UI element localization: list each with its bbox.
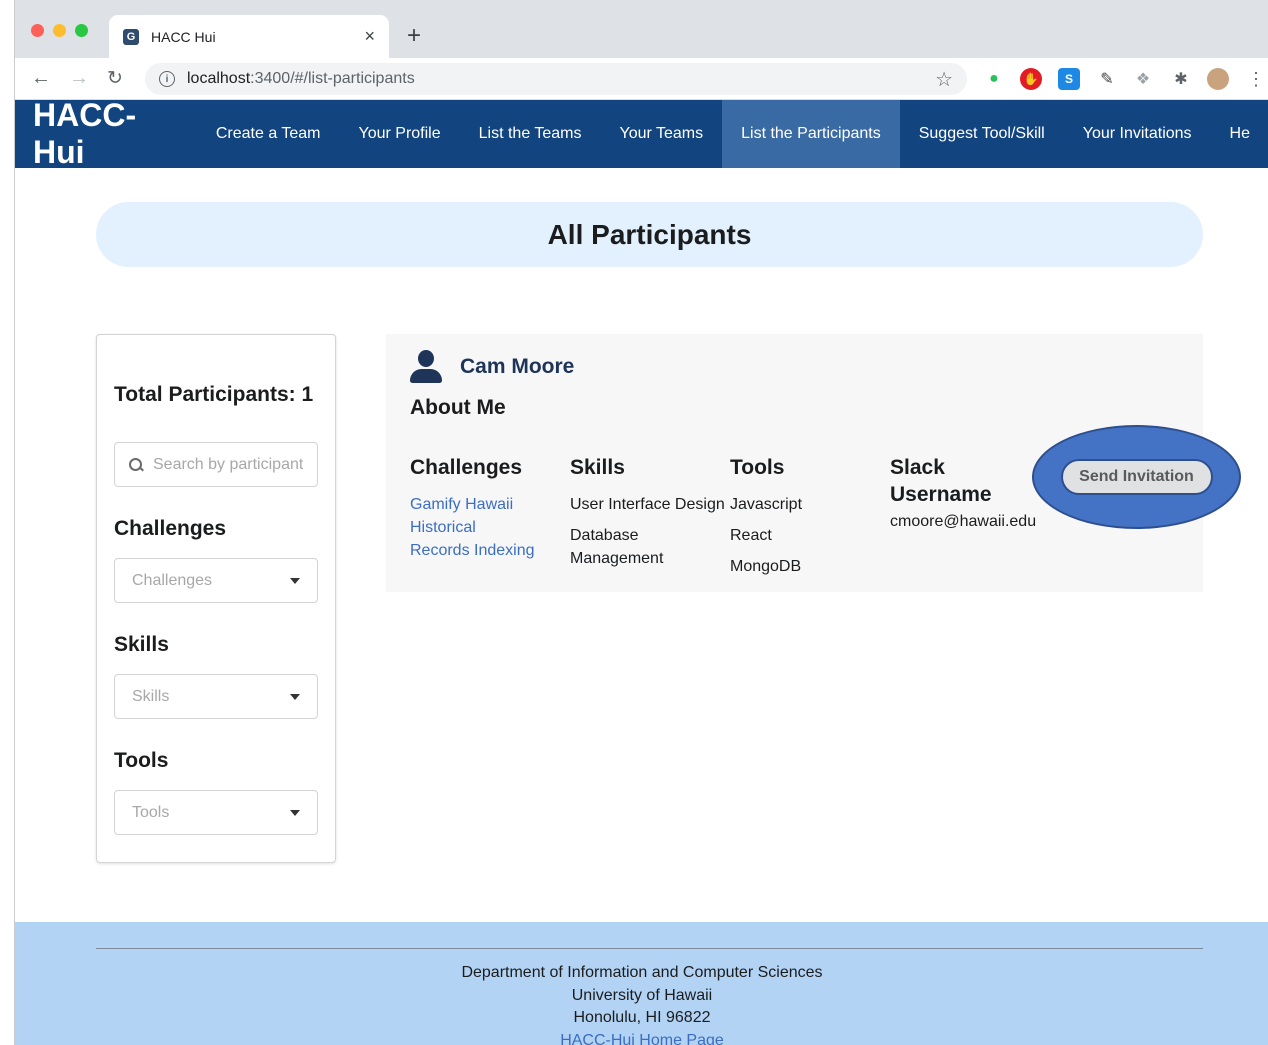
skill-item: Database Management — [570, 527, 664, 567]
challenges-column-title: Challenges — [410, 456, 523, 479]
filter-sidebar: Total Participants: 1 Challenges Challen… — [96, 334, 336, 863]
highlight-oval: Send Invitation — [1032, 425, 1241, 529]
extensions-puzzle-icon[interactable]: ✱ — [1170, 68, 1192, 90]
caret-down-icon — [290, 577, 300, 584]
url-text: localhost:3400/#/list-participants — [187, 70, 935, 88]
caret-down-icon — [290, 693, 300, 700]
browser-tab[interactable]: G HACC Hui × — [109, 15, 389, 58]
footer-home-link[interactable]: HACC-Hui Home Page — [15, 1030, 1268, 1045]
nav-list-participants[interactable]: List the Participants — [722, 100, 900, 168]
skills-dropdown[interactable]: Skills — [114, 674, 318, 719]
skills-label: Skills — [114, 633, 169, 656]
nav-list-teams[interactable]: List the Teams — [460, 100, 601, 168]
skill-item: User Interface Design — [570, 496, 725, 513]
nav-help-truncated[interactable]: He — [1211, 100, 1268, 168]
profile-avatar[interactable] — [1207, 68, 1229, 90]
tool-item: Javascript — [730, 496, 803, 513]
tool-item: MongoDB — [730, 558, 802, 575]
challenge-link[interactable]: Historical — [410, 516, 570, 539]
page-footer: Department of Information and Computer S… — [15, 922, 1268, 1045]
skills-column-title: Skills — [570, 456, 625, 479]
challenges-list: Gamify Hawaii Historical Records Indexin… — [410, 493, 570, 562]
tools-label: Tools — [114, 749, 169, 772]
tab-strip: G HACC Hui × + — [15, 0, 1268, 58]
tool-item: React — [730, 527, 772, 544]
nav-your-invitations[interactable]: Your Invitations — [1064, 100, 1211, 168]
url-path: :3400/#/list-participants — [250, 70, 415, 87]
page-title: All Participants — [547, 218, 752, 250]
footer-department: Department of Information and Computer S… — [461, 964, 823, 981]
user-icon — [410, 350, 442, 384]
url-host: localhost — [187, 70, 251, 87]
close-tab-icon[interactable]: × — [364, 26, 375, 47]
eyedropper-extension-icon[interactable]: ✎ — [1096, 68, 1118, 90]
window-controls — [31, 24, 88, 37]
tools-column-title: Tools — [730, 456, 785, 479]
tools-dropdown[interactable]: Tools — [114, 790, 318, 835]
search-icon — [129, 457, 142, 472]
participant-name: Cam Moore — [460, 355, 575, 378]
about-me-label: About Me — [410, 396, 506, 419]
skills-dropdown-text: Skills — [132, 687, 170, 705]
new-tab-button[interactable]: + — [407, 22, 421, 50]
browser-window: G HACC Hui × + ← → ↻ i localhost:3400/#/… — [14, 0, 1268, 1045]
skills-list: User Interface Design Database Managemen… — [570, 493, 730, 570]
dropbox-extension-icon[interactable]: ❖ — [1132, 68, 1154, 90]
more-menu-icon[interactable]: ⋮ — [1245, 68, 1267, 90]
evernote-extension-icon[interactable]: ● — [983, 68, 1005, 90]
brand-logo[interactable]: HACC-Hui — [33, 97, 177, 171]
nav-your-profile[interactable]: Your Profile — [340, 100, 460, 168]
minimize-window-icon[interactable] — [53, 24, 66, 37]
tools-list: Javascript React MongoDB — [730, 493, 890, 578]
challenges-label: Challenges — [114, 517, 227, 540]
site-navbar: HACC-Hui Create a Team Your Profile List… — [15, 97, 1268, 171]
favicon-icon: G — [123, 28, 139, 45]
close-window-icon[interactable] — [31, 24, 44, 37]
search-box[interactable] — [114, 442, 318, 487]
url-field[interactable]: i localhost:3400/#/list-participants ☆ — [145, 63, 967, 95]
address-bar: ← → ↻ i localhost:3400/#/list-participan… — [15, 58, 1268, 100]
search-input[interactable] — [153, 455, 303, 474]
tools-column: Tools Javascript React MongoDB — [730, 454, 890, 586]
skills-column: Skills User Interface Design Database Ma… — [570, 454, 730, 586]
tools-dropdown-text: Tools — [132, 803, 170, 821]
slack-column-title: Slack Username — [890, 456, 992, 506]
reload-icon[interactable]: ↻ — [107, 67, 123, 90]
caret-down-icon — [290, 809, 300, 816]
slack-column: Slack Username cmoore@hawaii.edu — [890, 454, 1050, 586]
site-info-icon[interactable]: i — [159, 71, 175, 87]
challenges-column: Challenges Gamify Hawaii Historical Reco… — [410, 454, 570, 586]
slack-username: cmoore@hawaii.edu — [890, 513, 1037, 530]
challenges-dropdown[interactable]: Challenges — [114, 558, 318, 603]
footer-address: Honolulu, HI 96822 — [573, 1009, 711, 1026]
participant-header: Cam Moore — [410, 350, 1179, 384]
bookmark-star-icon[interactable]: ☆ — [935, 67, 953, 92]
footer-university: University of Hawaii — [571, 986, 713, 1004]
adblock-extension-icon[interactable]: ✋ — [1020, 68, 1042, 90]
s-extension-icon[interactable]: S — [1058, 68, 1080, 90]
nav-create-team[interactable]: Create a Team — [197, 100, 340, 168]
maximize-window-icon[interactable] — [75, 24, 88, 37]
footer-divider — [96, 948, 1203, 949]
send-invitation-button[interactable]: Send Invitation — [1060, 459, 1213, 495]
back-arrow-icon[interactable]: ← — [31, 67, 51, 90]
total-participants: Total Participants: 1 — [114, 383, 314, 406]
challenge-link[interactable]: Records Indexing — [410, 539, 570, 562]
page-title-banner: All Participants — [96, 202, 1203, 267]
nav-your-teams[interactable]: Your Teams — [601, 100, 723, 168]
challenges-dropdown-text: Challenges — [132, 571, 213, 589]
challenge-link[interactable]: Gamify Hawaii — [410, 493, 570, 516]
footer-text: Department of Information and Computer S… — [15, 962, 1268, 1045]
nav-suggest-tool-skill[interactable]: Suggest Tool/Skill — [900, 100, 1064, 168]
forward-arrow-icon[interactable]: → — [69, 67, 89, 90]
tab-title: HACC Hui — [151, 28, 216, 45]
